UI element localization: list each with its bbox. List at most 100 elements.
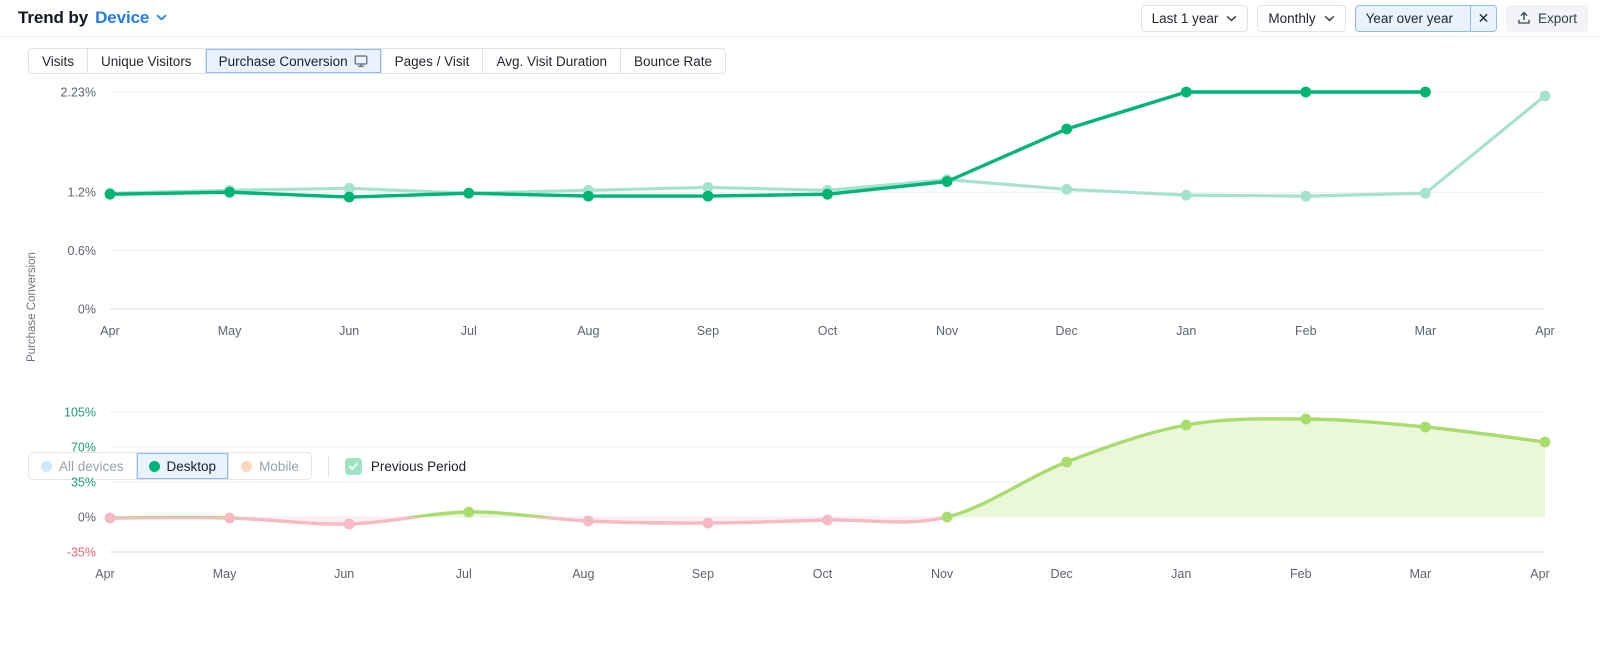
- chart2-data-point[interactable]: [822, 515, 833, 526]
- purchase-conversion-chart: Purchase Conversion 2.23%1.2%0.6%0%AprMa…: [0, 74, 1600, 349]
- chart2-x-tick: Apr: [1530, 567, 1549, 581]
- tab-label: Pages / Visit: [395, 54, 470, 69]
- tab-label: Avg. Visit Duration: [496, 54, 607, 69]
- close-icon[interactable]: ✕: [1470, 6, 1496, 31]
- metric-tabs: VisitsUnique Visitors Purchase Conversion…: [28, 48, 726, 74]
- chart2-positive-area: [110, 419, 1545, 524]
- export-button[interactable]: Export: [1506, 5, 1588, 32]
- chart1-data-point[interactable]: [942, 176, 953, 187]
- chevron-down-icon: [1324, 13, 1335, 24]
- tab-label: Bounce Rate: [634, 54, 712, 69]
- chart1-x-tick: Apr: [1535, 324, 1554, 338]
- chart1-data-point[interactable]: [1420, 87, 1431, 98]
- date-range-button[interactable]: Last 1 year: [1141, 5, 1249, 32]
- chevron-down-icon[interactable]: [156, 12, 167, 23]
- chart1-data-point[interactable]: [1300, 191, 1311, 202]
- chart2-data-point[interactable]: [583, 516, 594, 527]
- chart2-x-tick: Dec: [1051, 567, 1073, 581]
- chart2-x-tick: Apr: [95, 567, 114, 581]
- header-controls: Last 1 year Monthly Year over year ✕ Exp…: [1141, 5, 1588, 32]
- chart1-y-tick: 0.6%: [68, 244, 97, 258]
- chart1-data-point[interactable]: [1540, 90, 1551, 101]
- chart1-y-tick: 0%: [78, 303, 96, 317]
- chart2-data-point[interactable]: [1061, 457, 1072, 468]
- chart1-data-point[interactable]: [105, 189, 116, 200]
- chart2-data-point[interactable]: [344, 519, 355, 530]
- chart2-data-point[interactable]: [1300, 414, 1311, 425]
- chart1-data-point[interactable]: [1181, 190, 1192, 201]
- tab-unique-visitors[interactable]: Unique Visitors: [88, 49, 206, 73]
- granularity-button[interactable]: Monthly: [1257, 5, 1345, 32]
- chart2-y-tick: 0%: [78, 511, 96, 525]
- chart2-y-tick: 105%: [64, 406, 96, 420]
- chart1-data-point[interactable]: [583, 191, 594, 202]
- upload-icon: [1517, 11, 1531, 25]
- chart2-y-tick: -35%: [67, 546, 96, 560]
- growth-chart: Growth 105%70%35%0%-35%AprMayJunJulAugSe…: [0, 388, 1600, 598]
- chart2-y-tick: 70%: [71, 441, 96, 455]
- chart1-data-point[interactable]: [703, 191, 714, 202]
- chart-header: Trend by Device Last 1 year Monthly Year…: [0, 0, 1600, 37]
- chart2-x-tick: Feb: [1290, 567, 1312, 581]
- tab-visits[interactable]: Visits: [29, 49, 88, 73]
- chart2-x-tick: Oct: [813, 567, 833, 581]
- chart2-x-tick: Aug: [572, 567, 594, 581]
- chart2-x-tick: Mar: [1410, 567, 1432, 581]
- chart2-data-point[interactable]: [942, 512, 953, 523]
- chart1-x-tick: Jun: [339, 324, 359, 338]
- chart1-x-tick: Feb: [1295, 324, 1317, 338]
- tab-label: Purchase Conversion: [219, 54, 348, 69]
- chart1-data-point[interactable]: [1181, 87, 1192, 98]
- tab-bounce-rate[interactable]: Bounce Rate: [621, 49, 725, 73]
- chart2-data-point[interactable]: [463, 507, 474, 518]
- chart1-data-point[interactable]: [1300, 87, 1311, 98]
- chart1-x-tick: Mar: [1415, 324, 1437, 338]
- tab-avg-visit-duration[interactable]: Avg. Visit Duration: [483, 49, 621, 73]
- chart1-series-line: [110, 96, 1545, 196]
- granularity-label: Monthly: [1268, 11, 1315, 26]
- chart2-x-tick: Jul: [456, 567, 472, 581]
- chart2-data-point[interactable]: [1540, 437, 1551, 448]
- page-title-static: Trend by: [18, 8, 88, 28]
- chart2-x-tick: Sep: [692, 567, 714, 581]
- chart2-x-tick: Jan: [1171, 567, 1191, 581]
- chart2-data-point[interactable]: [1420, 422, 1431, 433]
- chart1-data-point[interactable]: [822, 189, 833, 200]
- chart1-x-tick: Oct: [818, 324, 838, 338]
- chart1-data-point[interactable]: [463, 188, 474, 199]
- chevron-down-icon: [1226, 13, 1237, 24]
- charts-area: Purchase Conversion 2.23% 1.2% 0.6% 0% Apr Ma…: [0, 74, 1600, 598]
- chart1-y-tick: 2.23%: [61, 86, 96, 100]
- chart2-x-tick: May: [213, 567, 237, 581]
- metric-tabs-row: VisitsUnique Visitors Purchase Conversion…: [0, 37, 1600, 74]
- chart1-series-line: [110, 92, 1425, 197]
- chart1-x-tick: Jan: [1176, 324, 1196, 338]
- chart1-x-tick: May: [218, 324, 242, 338]
- chart1-x-tick: Nov: [936, 324, 959, 338]
- date-range-label: Last 1 year: [1152, 11, 1219, 26]
- chart2-data-point[interactable]: [703, 518, 714, 529]
- chart2-y-tick: 35%: [71, 476, 96, 490]
- chart1-data-point[interactable]: [1420, 188, 1431, 199]
- chart2-data-point[interactable]: [1181, 420, 1192, 431]
- tab-pages-visit[interactable]: Pages / Visit: [382, 49, 484, 73]
- chart1-y-tick: 1.2%: [68, 186, 97, 200]
- chart1-y-axis-title: Purchase Conversion: [26, 252, 38, 362]
- chart1-x-tick: Jul: [461, 324, 477, 338]
- chart1-x-tick: Dec: [1056, 324, 1078, 338]
- chart2-x-tick: Nov: [931, 567, 954, 581]
- chart1-x-tick: Aug: [577, 324, 599, 338]
- chart1-data-point[interactable]: [1061, 124, 1072, 135]
- dimension-selector-label[interactable]: Device: [95, 8, 149, 28]
- export-label: Export: [1538, 11, 1577, 26]
- chart2-data-point[interactable]: [105, 513, 116, 524]
- chart1-data-point[interactable]: [344, 192, 355, 203]
- chart2-x-tick: Jun: [334, 567, 354, 581]
- chart1-data-point[interactable]: [1061, 184, 1072, 195]
- tab-purchase-conversion[interactable]: Purchase Conversion: [206, 49, 382, 73]
- comparison-chip[interactable]: Year over year ✕: [1355, 5, 1497, 32]
- chart1-data-point[interactable]: [224, 187, 235, 198]
- chart2-data-point[interactable]: [224, 513, 235, 524]
- desktop-monitor-icon: [354, 54, 368, 68]
- page-title: Trend by Device: [18, 8, 167, 28]
